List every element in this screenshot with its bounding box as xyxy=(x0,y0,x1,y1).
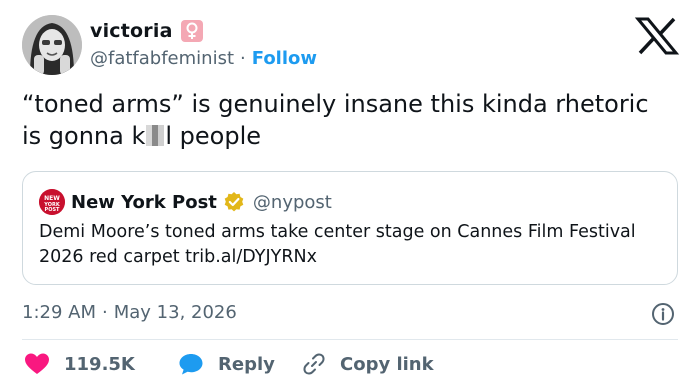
nypost-logo-icon: NEW YORK POST xyxy=(39,189,65,215)
like-count: 119.5K xyxy=(64,353,135,375)
tweet-text-part1: “toned arms” is genuinely insane this ki… xyxy=(22,90,649,150)
copy-link-label: Copy link xyxy=(340,353,434,375)
tweet-timestamp[interactable]: 1:29 AM · May 13, 2026 xyxy=(22,302,237,323)
copy-link-button[interactable]: Copy link xyxy=(302,352,434,376)
x-logo-icon[interactable] xyxy=(634,16,680,56)
venus-icon xyxy=(180,20,203,42)
user-handle-row: @fatfabfeminist · Follow xyxy=(90,48,317,69)
user-name-row: victoria xyxy=(90,20,203,42)
nypost-logo-text-3: POST xyxy=(45,207,61,213)
user-display-name[interactable]: victoria xyxy=(90,20,173,42)
heart-icon xyxy=(25,353,49,374)
avatar-photo xyxy=(22,15,82,75)
actions-divider xyxy=(22,339,678,340)
tweet-time: 1:29 AM xyxy=(22,302,96,323)
tweet-text: “toned arms” is genuinely insane this ki… xyxy=(22,88,662,152)
avatar[interactable] xyxy=(22,15,82,75)
quoted-tweet-header: NEW YORK POST New York Post @nypost xyxy=(39,189,332,215)
tweet-date: May 13, 2026 xyxy=(113,302,237,323)
link-icon xyxy=(303,353,325,375)
handle-separator: · xyxy=(240,48,246,69)
tweet-text-part2: l people xyxy=(165,122,262,150)
user-handle[interactable]: @fatfabfeminist xyxy=(90,48,234,69)
reply-button[interactable]: Reply xyxy=(178,352,302,376)
quoted-display-name[interactable]: New York Post xyxy=(71,192,217,213)
quoted-tweet-text: Demi Moore’s toned arms take center stag… xyxy=(39,222,636,267)
reply-bubble-icon xyxy=(179,354,203,375)
follow-button[interactable]: Follow xyxy=(252,48,317,69)
nypost-logo-text-1: NEW xyxy=(44,195,60,202)
verified-gold-icon xyxy=(224,192,244,212)
censored-pixels-icon xyxy=(146,125,165,146)
like-button[interactable]: 119.5K xyxy=(24,352,178,376)
reply-label: Reply xyxy=(218,353,275,375)
action-bar: 119.5K Reply Copy link xyxy=(24,352,434,376)
info-icon[interactable] xyxy=(651,302,675,326)
quoted-handle[interactable]: @nypost xyxy=(253,192,332,213)
timestamp-separator: · xyxy=(102,302,108,323)
quoted-tweet-card[interactable]: NEW YORK POST New York Post @nypost Demi… xyxy=(22,171,678,285)
